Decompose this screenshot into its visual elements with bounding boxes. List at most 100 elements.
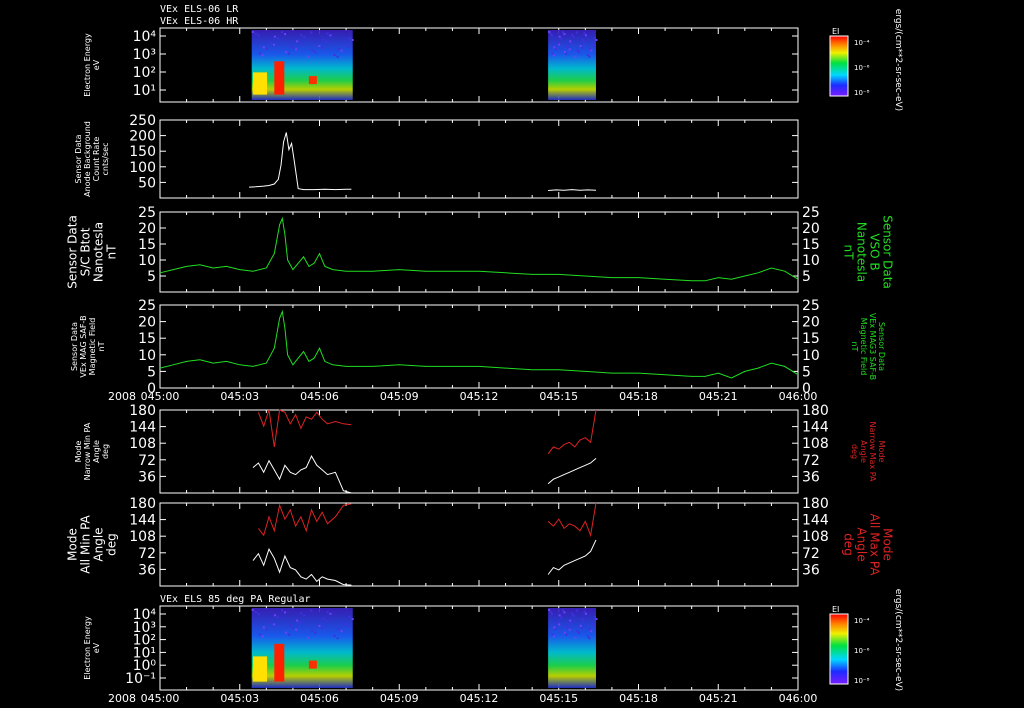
y-axis-label-line: Count Rate bbox=[92, 137, 101, 182]
year-label: 2008 bbox=[108, 692, 136, 705]
y-tick-label-right: 15 bbox=[802, 331, 820, 347]
spectrogram-pixel bbox=[333, 635, 336, 638]
x-tick-label: 045:09 bbox=[380, 692, 419, 705]
spectrogram-pixel bbox=[594, 37, 597, 40]
spectrogram-pixel bbox=[307, 636, 310, 639]
y-axis-label-line: Sensor Data bbox=[70, 322, 79, 371]
series-line bbox=[159, 216, 799, 282]
spectrogram-pixel bbox=[254, 32, 257, 35]
spectrogram-pixel bbox=[289, 624, 292, 627]
y-tick-label: 10⁻¹ bbox=[125, 671, 156, 687]
spectrogram-pixel bbox=[303, 35, 306, 38]
y-tick-label: 150 bbox=[129, 144, 156, 160]
x-tick-label: 045:18 bbox=[619, 390, 658, 403]
x-tick-label: 045:06 bbox=[300, 692, 339, 705]
spectrogram-pixel bbox=[575, 609, 578, 612]
spectrogram-pixel bbox=[558, 623, 561, 626]
spectrogram-pixel bbox=[565, 44, 568, 47]
y-tick-label: 15 bbox=[138, 331, 156, 347]
series-line bbox=[547, 409, 597, 455]
spectrogram-pixel bbox=[558, 614, 561, 617]
panel-5: 180 180144 144108 10872 7236 36Mode Narrow Min… bbox=[74, 403, 886, 494]
spectrogram-pixel bbox=[269, 41, 272, 44]
y-axis-label-line: Nanotesla bbox=[92, 222, 106, 282]
spectrogram-hotspot bbox=[308, 76, 317, 85]
y-tick-label: 36 bbox=[138, 562, 156, 578]
y-axis-label: Mode Narrow Min PA Angle deg bbox=[74, 422, 110, 480]
spectrogram-pixel bbox=[285, 631, 288, 634]
x-tick-label: 045:00 bbox=[141, 390, 180, 403]
y-tick-label: 5 bbox=[147, 269, 156, 285]
spectrogram-pixel bbox=[336, 637, 339, 640]
x-tick-label: 045:12 bbox=[460, 692, 499, 705]
spectrogram-pixel bbox=[273, 35, 276, 38]
spectrogram-pixel bbox=[337, 47, 340, 50]
header-line-2: VEx ELS-06 HR bbox=[160, 16, 239, 27]
spectrogram-pixel bbox=[257, 34, 260, 37]
spectrogram-pixel bbox=[318, 44, 321, 47]
colorbar-units-text: ergs/(cm**2-sr-sec-eV) bbox=[893, 589, 903, 691]
y-tick-label-right: 15 bbox=[802, 237, 820, 253]
y-tick-label-right: 36 bbox=[802, 469, 820, 485]
spectrogram-pixel bbox=[347, 45, 350, 48]
y-tick-label-right: 72 bbox=[802, 546, 820, 562]
spectrogram-pixel bbox=[329, 612, 332, 615]
spectrogram-pixel bbox=[281, 31, 284, 34]
spectrogram-pixel bbox=[550, 34, 553, 37]
x-tick-label: 045:21 bbox=[699, 390, 738, 403]
right-axis-label-line: All Max PA bbox=[868, 514, 882, 577]
y-axis-label-line: cnts/sec bbox=[101, 143, 110, 176]
x-tick-label: 045:09 bbox=[380, 390, 419, 403]
spectrogram-pixel bbox=[296, 619, 299, 622]
spectrogram-pixel bbox=[295, 48, 298, 51]
x-tick-label: 045:18 bbox=[619, 692, 658, 705]
spectrogram-pixel bbox=[575, 31, 578, 34]
spectrogram-pixel bbox=[292, 46, 295, 49]
y-tick-label: 15 bbox=[138, 237, 156, 253]
colorbar-units: ergs/(cm**2-sr-sec-eV) bbox=[893, 589, 903, 691]
y-axis-label-line: Sensor Data bbox=[74, 134, 83, 183]
spectrogram-pixel bbox=[563, 611, 566, 614]
spectrogram-hotspot bbox=[274, 643, 285, 682]
spectrogram-pixel bbox=[289, 44, 292, 47]
y-axis-label-line: deg bbox=[105, 533, 119, 556]
spectrogram-hotspot bbox=[253, 656, 268, 682]
right-axis-label-line: Sensor Data bbox=[881, 215, 895, 289]
spectrogram-pixel bbox=[583, 40, 586, 43]
y-tick-label-right: 36 bbox=[802, 562, 820, 578]
spectrogram-pixel bbox=[581, 617, 584, 620]
spectrogram-hotspot bbox=[308, 660, 317, 669]
spectrogram-pixel bbox=[265, 628, 268, 631]
y-tick-label: 20 bbox=[138, 221, 156, 237]
colorbar-units-text: ergs/(cm**2-sr-sec-eV) bbox=[893, 9, 903, 111]
series-line bbox=[249, 132, 352, 191]
y-tick-label-right: 20 bbox=[802, 315, 820, 331]
colorbar-tick-label: 10⁻⁴ bbox=[854, 617, 870, 625]
spectrogram-pixel bbox=[321, 626, 324, 629]
spectrogram-pixel bbox=[551, 52, 554, 55]
spectrogram-pixel bbox=[314, 631, 317, 634]
colorbar-units: ergs/(cm**2-sr-sec-eV) bbox=[893, 9, 903, 111]
spectrogram-pixel bbox=[311, 49, 314, 52]
spectrogram-pixel bbox=[351, 39, 354, 42]
spectrogram-pixel bbox=[581, 46, 584, 49]
panel-2: 25020015010050 Sensor Data Anode Backgroun… bbox=[74, 113, 799, 199]
panel-frame bbox=[159, 211, 799, 293]
spectrogram-pixel bbox=[588, 637, 591, 640]
right-axis-label-line: Mode bbox=[881, 528, 895, 561]
y-tick-label-right: 25 bbox=[802, 205, 820, 221]
y-axis-label-line: Magnetic Field bbox=[88, 318, 97, 376]
y-tick-label: 108 bbox=[129, 436, 156, 452]
y-tick-label: 50 bbox=[138, 175, 156, 191]
spectrogram-pixel bbox=[569, 619, 572, 622]
y-axis-label-line: nT bbox=[105, 244, 119, 260]
right-axis-label-line: Angle bbox=[859, 440, 868, 463]
spectrogram-pixel bbox=[310, 31, 313, 34]
x-tick-label: 045:12 bbox=[460, 390, 499, 403]
x-tick-label: 046:00 bbox=[779, 692, 818, 705]
y-tick-label-right: 144 bbox=[802, 513, 829, 529]
spectrogram-pixel bbox=[261, 54, 264, 57]
spectrogram-pixel bbox=[593, 625, 596, 628]
spectrogram-pixel bbox=[554, 628, 557, 631]
panel-3: 25 2520 2015 1510 105 5Sensor Data S/C Btot Nan… bbox=[66, 205, 895, 293]
